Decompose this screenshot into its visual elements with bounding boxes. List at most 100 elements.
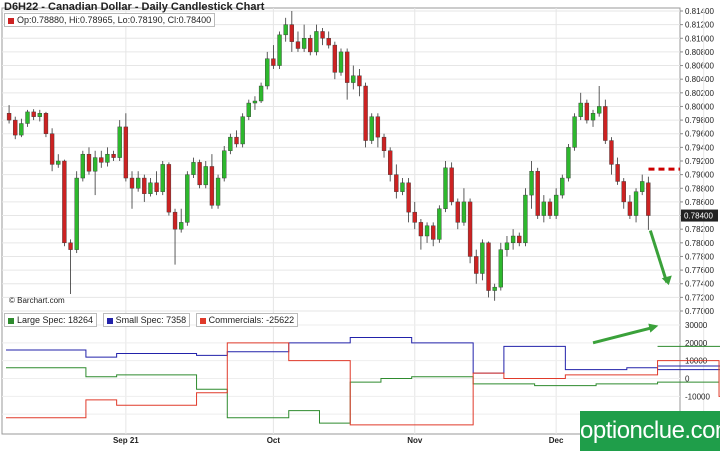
candle-up <box>215 177 221 206</box>
candle-up <box>148 182 153 194</box>
candle-up <box>37 113 42 117</box>
candle-down <box>166 164 172 213</box>
candle-down <box>86 153 92 172</box>
candle-up <box>135 177 141 189</box>
legend-label: Large Spec: 18264 <box>17 315 94 325</box>
candle-down <box>535 171 540 216</box>
x-tick-label: Sep 21 <box>113 436 139 445</box>
candle-up <box>443 167 448 209</box>
legend-label: Small Spec: 7358 <box>115 315 187 325</box>
candle-up <box>529 171 534 196</box>
candle-up <box>222 150 227 179</box>
x-tick-label: Nov <box>407 436 423 445</box>
candle-up <box>203 166 208 186</box>
candle-up <box>19 123 24 136</box>
candle-down <box>49 133 55 165</box>
candle-up <box>258 85 264 102</box>
price-tick-label: 0.77200 <box>685 293 714 302</box>
candle-down <box>43 113 49 134</box>
price-tick-label: 0.79600 <box>685 130 714 139</box>
candle-up <box>523 194 528 244</box>
candle-up <box>191 162 196 175</box>
candle-up <box>246 102 251 117</box>
candle-up <box>185 174 190 223</box>
x-tick-label: Dec <box>549 436 564 445</box>
candle-down <box>111 153 116 158</box>
x-tick-label: Oct <box>267 436 281 445</box>
candle-up <box>301 38 307 49</box>
candle-down <box>332 44 338 73</box>
candle-up <box>338 51 344 73</box>
price-tick-label: 0.80400 <box>685 75 714 84</box>
price-tick-label: 0.77800 <box>685 252 714 261</box>
candle-down <box>320 31 325 39</box>
chart-credit: © Barchart.com <box>9 296 65 305</box>
cot-tick-label: -10000 <box>685 392 710 401</box>
candle-up <box>566 147 571 179</box>
candle-down <box>621 181 626 203</box>
price-tick-label: 0.79400 <box>685 143 714 152</box>
candle-down <box>129 177 135 189</box>
ohlc-readout: Op:0.78880, Hi:0.78965, Lo:0.78190, Cl:0… <box>4 13 216 27</box>
price-tick-label: 0.77600 <box>685 266 714 275</box>
cot-legend: Large Spec: 18264 Small Spec: 7358 Comme… <box>4 313 301 327</box>
candle-up <box>498 249 503 288</box>
candle-down <box>418 222 424 237</box>
candle-down <box>154 182 159 192</box>
candle-down <box>584 102 590 121</box>
candle-down <box>603 106 608 141</box>
price-tick-label: 0.79000 <box>685 171 714 180</box>
candle-down <box>62 160 67 244</box>
candle-up <box>461 201 467 223</box>
price-tick-label: 0.77000 <box>685 307 714 316</box>
candle-up <box>590 113 596 121</box>
candle-down <box>308 38 313 53</box>
candle-up <box>283 24 288 36</box>
ohlc-swatch <box>8 17 14 24</box>
candle-down <box>431 225 436 240</box>
candle-down <box>547 201 553 216</box>
candle-up <box>25 111 30 124</box>
price-tick-label: 0.80600 <box>685 62 714 71</box>
candle-down <box>6 113 12 121</box>
price-tick-label: 0.79200 <box>685 157 714 166</box>
candle-up <box>633 191 639 216</box>
candle-down <box>344 51 350 83</box>
legend-swatch <box>106 317 113 324</box>
candle-down <box>31 111 36 117</box>
price-tick-label: 0.80000 <box>685 102 714 111</box>
cot-tick-label: 30000 <box>685 321 708 330</box>
candle-up <box>265 58 270 87</box>
candle-up <box>240 116 245 145</box>
candle-down <box>627 201 633 216</box>
cot-pane-frame <box>1 310 681 435</box>
candle-down <box>486 242 491 291</box>
candle-down <box>295 41 301 49</box>
candle-up <box>92 157 98 172</box>
candle-down <box>646 182 651 216</box>
candle-up <box>369 116 374 141</box>
candle-up <box>480 242 485 274</box>
price-tick-label: 0.78800 <box>685 184 714 193</box>
candle-up <box>437 208 442 240</box>
candle-up <box>105 153 110 163</box>
price-tick-label: 0.78200 <box>685 225 714 234</box>
legend-small-spec: Small Spec: 7358 <box>102 313 191 327</box>
candle-up <box>117 126 122 158</box>
candle-up <box>553 194 559 216</box>
candle-up <box>560 177 565 196</box>
candle-down <box>142 177 147 194</box>
price-tick-label: 0.79800 <box>685 116 714 125</box>
candle-up <box>179 222 184 230</box>
candle-down <box>449 167 454 203</box>
candle-up <box>424 225 430 237</box>
chart-svg: 0.81400 0.81200 0.81000 0.80800 0.80600 0.804… <box>1 7 720 445</box>
price-tick-label: 0.78600 <box>685 198 714 207</box>
chart-title: D6H22 - Canadian Dollar - Daily Candlest… <box>4 1 265 13</box>
price-tick-label: 0.81200 <box>685 21 714 30</box>
candle-up <box>351 75 356 83</box>
candle-down <box>234 136 239 145</box>
candle-down <box>609 140 614 165</box>
candle-down <box>271 58 276 66</box>
candle-up <box>56 160 61 165</box>
